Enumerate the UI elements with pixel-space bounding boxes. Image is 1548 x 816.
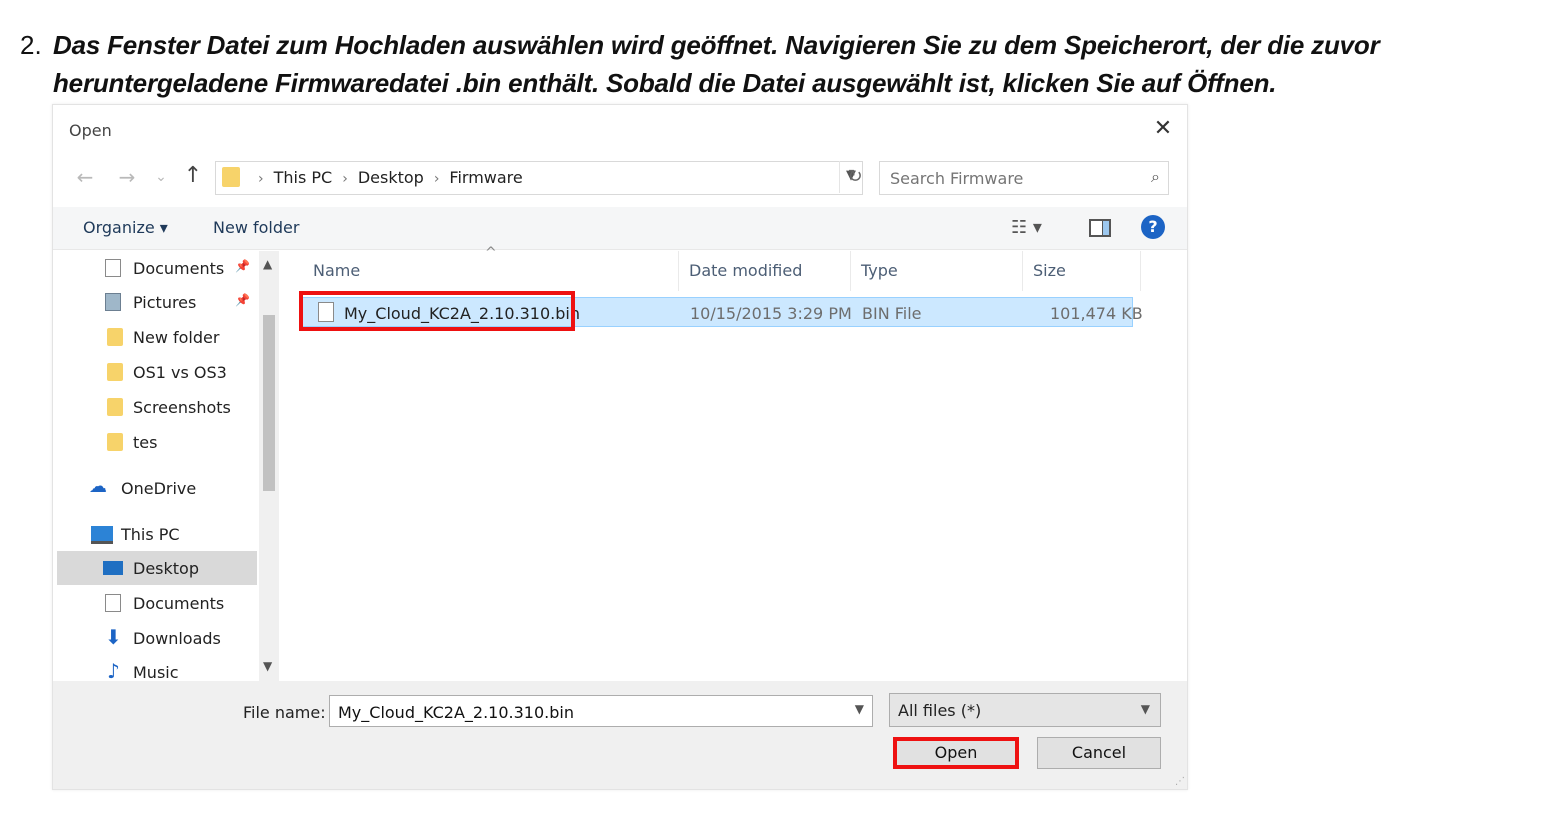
view-options-icon[interactable]: ☷ ▾ [1011,217,1042,238]
dialog-title: Open [69,121,112,140]
search-box: ⌕ [879,161,1169,195]
folder-icon [107,398,123,416]
breadcrumb-separator: › [342,171,348,187]
music-icon: ♪ [107,659,120,681]
folder-icon [107,328,123,346]
new-folder-button[interactable]: New folder [213,218,299,237]
sidebar-item-new-folder[interactable]: New folder [57,320,257,354]
help-icon[interactable]: ? [1141,215,1165,239]
sidebar-item-label: Downloads [133,629,221,648]
instruction-block: 2. Das Fenster Datei zum Hochladen auswä… [20,26,1540,102]
sidebar-item-pictures[interactable]: Pictures 📌 [57,285,257,319]
sidebar-item-label: tes [133,433,158,452]
sidebar-item-downloads[interactable]: ⬇ Downloads [57,621,257,655]
breadcrumb-firmware[interactable]: Firmware [449,168,522,187]
organize-button[interactable]: Organize ▾ [83,218,168,237]
this-pc-icon [91,526,113,544]
chevron-down-icon[interactable]: ▼ [855,702,864,716]
folder-icon [222,167,240,187]
file-name-field: ▼ [329,695,873,727]
dialog-footer: File name: ▼ All files (*) ▼ Open Cancel… [53,681,1187,789]
refresh-icon[interactable]: ↻ [839,161,870,193]
preview-pane-icon[interactable] [1089,219,1111,237]
breadcrumb-desktop[interactable]: Desktop [358,168,424,187]
pin-icon[interactable]: 📌 [235,259,250,273]
sidebar-scrollbar[interactable]: ▲ ▼ [259,251,279,681]
up-arrow-icon[interactable]: ↑ [181,163,205,188]
back-arrow-icon[interactable]: ← [73,165,97,189]
column-header-date-modified[interactable]: Date modified [679,251,851,291]
file-highlight-box [299,291,575,331]
column-header-size[interactable]: Size [1023,251,1141,291]
file-name-input[interactable] [336,701,840,723]
breadcrumb-this-pc[interactable]: This PC [274,168,333,187]
pictures-icon [105,293,121,311]
onedrive-icon: ☁ [89,476,107,497]
step-number: 2. [20,30,42,60]
sidebar-item-label: OS1 vs OS3 [133,363,227,382]
sidebar-item-label: New folder [133,328,220,347]
sidebar-item-label: This PC [121,525,180,544]
forward-arrow-icon[interactable]: → [115,165,139,189]
instruction-text: Das Fenster Datei zum Hochladen auswähle… [53,30,1380,98]
pin-icon[interactable]: 📌 [235,293,250,307]
file-size: 101,474 KB [1050,304,1143,323]
column-header-label: Type [861,261,898,280]
breadcrumb-separator: › [433,171,440,187]
column-header-name[interactable]: Name [303,251,679,291]
column-header-label: Name [313,261,361,280]
cancel-button[interactable]: Cancel [1037,737,1161,769]
sidebar-item-label: Pictures [133,293,197,312]
search-input[interactable] [888,166,1132,190]
scroll-down-icon[interactable]: ▼ [263,659,272,673]
folder-icon [107,363,123,381]
sidebar-item-documents-pc[interactable]: Documents [57,586,257,620]
title-bar: Open ✕ [53,105,1187,151]
sidebar-item-music[interactable]: ♪ Music [57,655,257,681]
command-bar: Organize ▾ New folder ☷ ▾ ? [53,207,1187,250]
file-type-value: All files (*) [898,701,982,720]
sidebar-item-this-pc[interactable]: This PC [57,517,257,551]
sidebar-item-desktop[interactable]: Desktop [57,551,257,585]
file-type-dropdown[interactable]: All files (*) ▼ [889,693,1161,727]
search-icon[interactable]: ⌕ [1151,167,1160,187]
sidebar-item-documents[interactable]: Documents 📌 [57,251,257,285]
sidebar-item-label: Desktop [133,559,199,578]
navigation-pane: Documents 📌 Pictures 📌 New folder OS1 vs… [57,251,279,681]
sidebar-item-label: Documents [133,259,225,278]
close-icon[interactable]: ✕ [1149,115,1177,143]
open-file-dialog: Open ✕ ← → ⌄ ↑ › This PC › Desktop › Firmware… [52,104,1188,790]
sidebar-item-screenshots[interactable]: Screenshots [57,390,257,424]
column-header-label: Size [1033,261,1066,280]
address-bar[interactable]: › This PC › Desktop › Firmware ▼ [215,161,863,195]
sidebar-item-label: Screenshots [133,398,231,417]
breadcrumb-separator: › [258,171,264,187]
sidebar-item-label: Music [133,663,179,681]
documents-icon [105,259,121,277]
folder-icon [107,433,123,451]
sidebar-item-label: Documents [133,594,225,613]
breadcrumb: › This PC › Desktop › Firmware [248,168,523,187]
sidebar-item-onedrive[interactable]: ☁ OneDrive [57,471,257,505]
chevron-down-icon: ▼ [1140,702,1150,716]
open-button[interactable]: Open [893,737,1019,769]
sidebar-item-tes[interactable]: tes [57,425,257,459]
scrollbar-thumb[interactable] [263,315,275,491]
documents-icon [105,594,121,612]
file-date-modified: 10/15/2015 3:29 PM [690,304,852,323]
file-list: ^ Name Date modified Type Size My_Cloud_… [293,245,1181,681]
recent-locations-icon[interactable]: ⌄ [149,169,173,185]
downloads-icon: ⬇ [105,625,122,649]
desktop-icon [103,561,123,575]
sidebar-item-os1-vs-os3[interactable]: OS1 vs OS3 [57,355,257,389]
scroll-up-icon[interactable]: ▲ [263,257,272,271]
navigation-row: ← → ⌄ ↑ ›This PC›Desktop›Firmware ▼ ↻ ⌕ [53,157,1187,197]
column-header-label: Date modified [689,261,803,280]
sidebar-item-label: OneDrive [121,479,197,498]
file-name-label: File name: [243,703,326,722]
resize-grip-icon[interactable]: ⋰ [1175,776,1185,787]
file-type: BIN File [862,304,922,323]
column-header-type[interactable]: Type [851,251,1023,291]
